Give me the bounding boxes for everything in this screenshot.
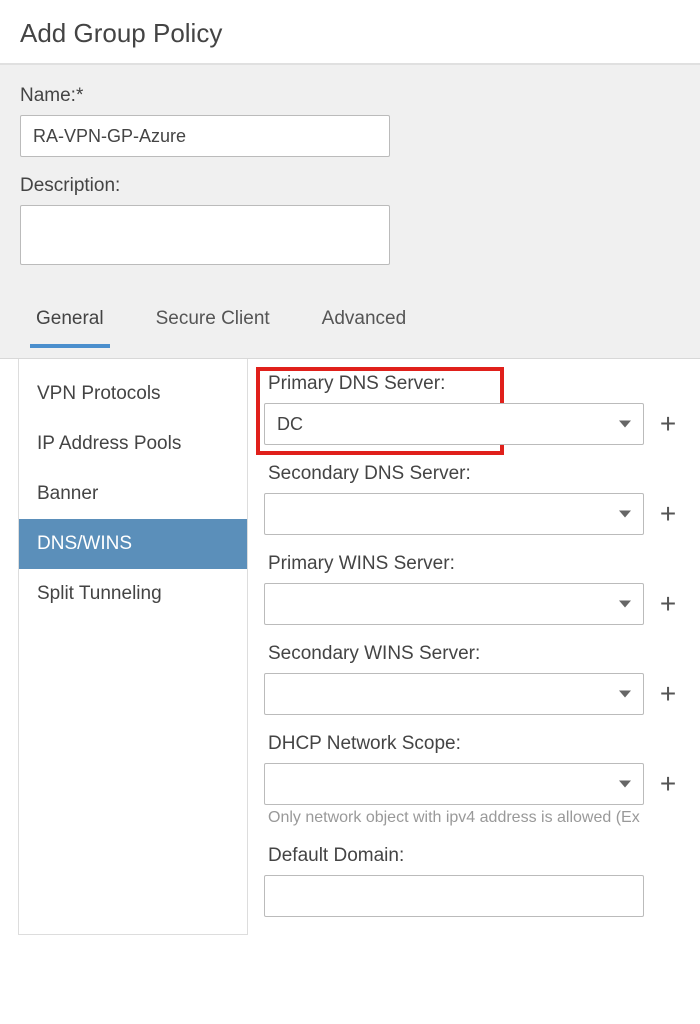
primary-wins-row: Primary WINS Server: + — [264, 553, 700, 625]
primary-wins-add-button[interactable]: + — [654, 590, 682, 618]
sidebar-item-ip-address-pools[interactable]: IP Address Pools — [19, 419, 247, 469]
chevron-down-icon — [619, 421, 631, 428]
top-form: Name:* Description: General Secure Clien… — [0, 65, 700, 359]
sidebar-item-dns-wins[interactable]: DNS/WINS — [19, 519, 247, 569]
dhcp-scope-label: DHCP Network Scope: — [264, 733, 700, 755]
primary-wins-label: Primary WINS Server: — [264, 553, 700, 575]
default-domain-label: Default Domain: — [264, 845, 700, 867]
name-input[interactable] — [20, 115, 390, 157]
description-label: Description: — [20, 175, 680, 197]
secondary-wins-select[interactable] — [264, 673, 644, 715]
chevron-down-icon — [619, 781, 631, 788]
sidebar-item-split-tunneling[interactable]: Split Tunneling — [19, 569, 247, 619]
primary-dns-select[interactable]: DC — [264, 403, 644, 445]
primary-dns-add-button[interactable]: + — [654, 410, 682, 438]
secondary-wins-add-button[interactable]: + — [654, 680, 682, 708]
main-panel: Primary DNS Server: DC + Secondary DNS S… — [248, 359, 700, 935]
default-domain-row: Default Domain: — [264, 845, 700, 917]
primary-dns-value: DC — [277, 414, 303, 435]
chevron-down-icon — [619, 511, 631, 518]
name-label: Name:* — [20, 85, 680, 107]
default-domain-input[interactable] — [264, 875, 644, 917]
secondary-wins-row: Secondary WINS Server: + — [264, 643, 700, 715]
dhcp-scope-hint: Only network object with ipv4 address is… — [264, 809, 700, 827]
primary-wins-select[interactable] — [264, 583, 644, 625]
dhcp-scope-add-button[interactable]: + — [654, 770, 682, 798]
secondary-dns-select[interactable] — [264, 493, 644, 535]
chevron-down-icon — [619, 601, 631, 608]
dialog-header: Add Group Policy — [0, 0, 700, 65]
chevron-down-icon — [619, 691, 631, 698]
secondary-dns-label: Secondary DNS Server: — [264, 463, 700, 485]
tab-advanced[interactable]: Advanced — [316, 298, 413, 348]
primary-dns-label: Primary DNS Server: — [264, 373, 700, 395]
tab-secure-client[interactable]: Secure Client — [150, 298, 276, 348]
secondary-dns-add-button[interactable]: + — [654, 500, 682, 528]
tab-general[interactable]: General — [30, 298, 110, 348]
page-title: Add Group Policy — [20, 18, 680, 49]
sidebar-item-vpn-protocols[interactable]: VPN Protocols — [19, 369, 247, 419]
dhcp-scope-row: DHCP Network Scope: + Only network objec… — [264, 733, 700, 827]
dhcp-scope-select[interactable] — [264, 763, 644, 805]
sidebar-item-banner[interactable]: Banner — [19, 469, 247, 519]
sidebar: VPN Protocols IP Address Pools Banner DN… — [18, 359, 248, 935]
secondary-wins-label: Secondary WINS Server: — [264, 643, 700, 665]
tabs-bar: General Secure Client Advanced — [20, 288, 680, 348]
description-input[interactable] — [20, 205, 390, 265]
content-area: VPN Protocols IP Address Pools Banner DN… — [0, 359, 700, 935]
secondary-dns-row: Secondary DNS Server: + — [264, 463, 700, 535]
primary-dns-row: Primary DNS Server: DC + — [264, 373, 700, 445]
